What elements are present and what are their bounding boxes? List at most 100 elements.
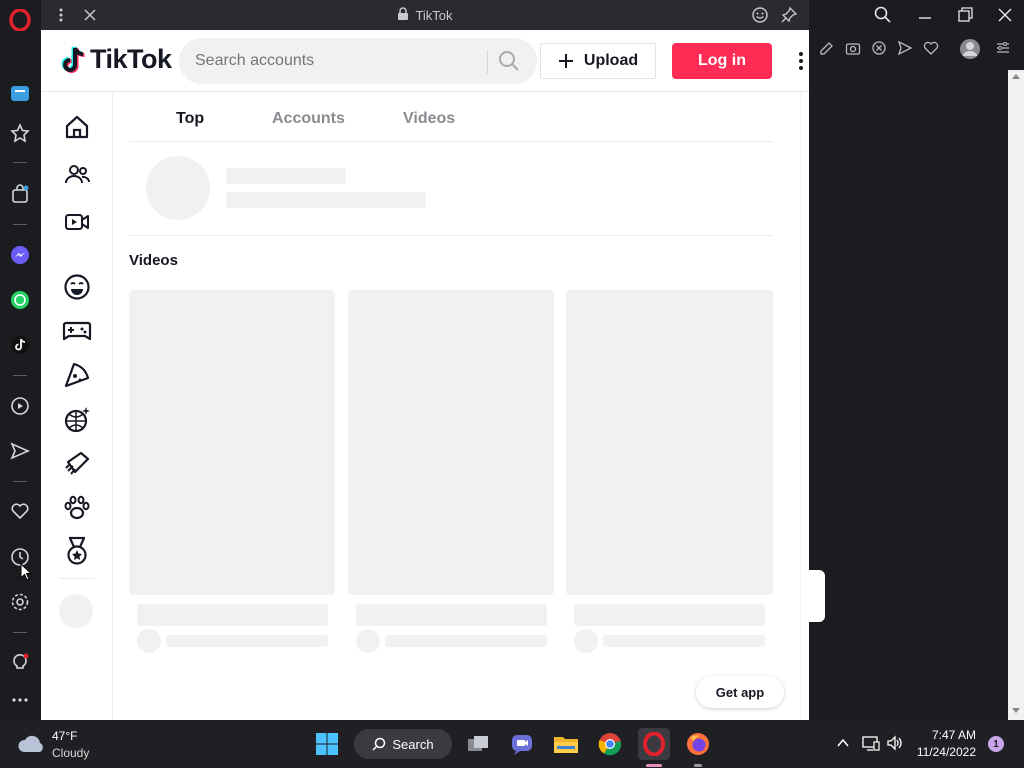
- tiktok-logo-text: TikTok: [90, 44, 172, 74]
- search-icon: [499, 51, 519, 71]
- clock-time[interactable]: 7:47 AM: [920, 728, 976, 742]
- popup-scrollbar[interactable]: [800, 92, 809, 720]
- volume-icon[interactable]: [886, 735, 904, 756]
- opera-logo-icon[interactable]: [8, 8, 32, 32]
- tiktok-main: Top Accounts Videos Videos: [113, 92, 809, 720]
- player-icon[interactable]: [8, 394, 32, 418]
- more-options-icon[interactable]: [796, 50, 806, 72]
- network-icon[interactable]: [862, 735, 880, 756]
- active-app-indicator: [646, 764, 662, 767]
- workspace-icon[interactable]: [8, 80, 32, 104]
- comedy-emoji-icon[interactable]: [61, 271, 93, 303]
- heart-icon[interactable]: [923, 40, 939, 61]
- camera-icon[interactable]: [845, 40, 861, 61]
- easy-setup-icon[interactable]: [995, 40, 1011, 61]
- search-bar: [179, 38, 537, 84]
- gaming-controller-icon[interactable]: [61, 315, 93, 347]
- cloudy-weather-icon[interactable]: [16, 732, 46, 759]
- scroll-up-arrow-icon[interactable]: [1012, 74, 1020, 79]
- profile-avatar-icon[interactable]: [959, 38, 981, 65]
- tiktok-popup: TikTok Upload Log in: [41, 30, 809, 720]
- video-author-skeleton: [385, 635, 547, 647]
- search-tabs: Top Accounts Videos: [129, 92, 773, 142]
- upload-button[interactable]: Upload: [540, 43, 656, 79]
- chevron-up-icon[interactable]: [836, 736, 850, 755]
- popup-close-icon[interactable]: [82, 7, 98, 28]
- sidebar-separator: [13, 632, 27, 633]
- tab-accounts[interactable]: Accounts: [272, 110, 345, 128]
- teams-chat-icon[interactable]: [506, 728, 538, 760]
- page-scrollbar[interactable]: [1008, 70, 1024, 720]
- shopping-icon[interactable]: [8, 182, 32, 206]
- sidebar-separator: [13, 224, 27, 225]
- tiktok-icon[interactable]: [8, 333, 32, 357]
- login-button[interactable]: Log in: [672, 43, 772, 79]
- tiktok-sidenav: [41, 92, 113, 720]
- minimize-icon[interactable]: [915, 5, 935, 30]
- adblock-icon[interactable]: [871, 40, 887, 61]
- video-author-skeleton: [166, 635, 328, 647]
- get-app-button[interactable]: Get app: [696, 676, 784, 708]
- sports-medal-icon[interactable]: [61, 535, 93, 567]
- firefox-icon[interactable]: [682, 728, 714, 760]
- chrome-icon[interactable]: [594, 728, 626, 760]
- flow-send-icon[interactable]: [897, 40, 913, 61]
- pin-icon[interactable]: [780, 6, 798, 29]
- sidebar-separator: [13, 375, 27, 376]
- video-author-skeleton: [603, 635, 765, 647]
- video-thumbnail-skeleton: [129, 290, 335, 595]
- notification-badge[interactable]: 1: [988, 736, 1004, 752]
- clock-date[interactable]: 11/24/2022: [908, 745, 976, 759]
- beauty-comb-icon[interactable]: [61, 448, 93, 480]
- weather-description[interactable]: Cloudy: [52, 746, 89, 760]
- following-icon[interactable]: [61, 159, 93, 191]
- animals-paw-icon[interactable]: [61, 492, 93, 524]
- popup-title-text: TikTok: [415, 7, 453, 23]
- popup-menu-icon[interactable]: [53, 6, 69, 29]
- search-button[interactable]: [497, 49, 523, 75]
- mouse-cursor-icon: [20, 562, 33, 586]
- opera-taskbar-icon[interactable]: [638, 728, 670, 760]
- file-explorer-icon[interactable]: [550, 728, 582, 760]
- more-icon[interactable]: [8, 688, 32, 712]
- speed-dial-icon[interactable]: [8, 121, 32, 145]
- send-icon[interactable]: [8, 439, 32, 463]
- start-windows-icon[interactable]: [311, 728, 343, 760]
- video-thumbnail-skeleton: [566, 290, 773, 595]
- restore-icon[interactable]: [955, 5, 975, 30]
- edit-icon[interactable]: [819, 40, 835, 61]
- popup-title: TikTok: [41, 0, 809, 30]
- windows-taskbar: 47°F Cloudy Search 7:47 AM 11/24/2022 1: [0, 720, 1024, 768]
- popup-titlebar: TikTok: [41, 0, 809, 30]
- sidebar-separator: [13, 481, 27, 482]
- home-icon[interactable]: [61, 111, 93, 143]
- tab-top[interactable]: Top: [176, 110, 204, 128]
- tips-bulb-icon[interactable]: [8, 650, 32, 674]
- live-icon[interactable]: [61, 206, 93, 238]
- taskbar-search-label: Search: [392, 736, 434, 752]
- tab-videos[interactable]: Videos: [403, 110, 455, 128]
- video-title-skeleton: [356, 604, 547, 626]
- account-avatar-skeleton: [146, 156, 210, 220]
- account-desc-skeleton: [226, 192, 426, 208]
- bookmarks-heart-icon[interactable]: [8, 499, 32, 523]
- popup-resize-handle[interactable]: [809, 570, 825, 622]
- settings-gear-icon[interactable]: [8, 590, 32, 614]
- lock-icon: [397, 6, 409, 24]
- food-pizza-icon[interactable]: [61, 359, 93, 391]
- weather-temperature[interactable]: 47°F: [52, 729, 77, 743]
- search-icon[interactable]: [873, 5, 893, 30]
- messenger-icon[interactable]: [8, 243, 32, 267]
- tiktok-header: TikTok Upload Log in: [41, 30, 809, 92]
- upload-label: Upload: [583, 52, 639, 69]
- tiktok-logo[interactable]: TikTok: [61, 44, 172, 75]
- emoji-icon[interactable]: [751, 6, 769, 29]
- dance-disco-ball-icon[interactable]: [61, 403, 93, 435]
- task-view-icon[interactable]: [462, 728, 494, 760]
- scroll-down-arrow-icon[interactable]: [1012, 708, 1020, 713]
- section-divider: [129, 235, 773, 236]
- close-window-icon[interactable]: [995, 5, 1015, 30]
- search-input[interactable]: [195, 38, 485, 84]
- whatsapp-icon[interactable]: [8, 288, 32, 312]
- taskbar-search-button[interactable]: Search: [354, 729, 452, 759]
